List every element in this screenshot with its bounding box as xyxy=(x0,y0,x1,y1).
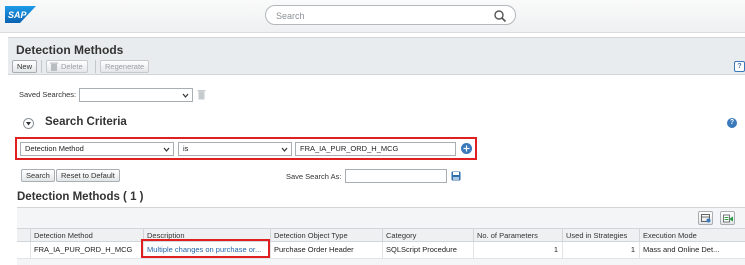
criteria-field-select[interactable]: Detection Method xyxy=(20,142,174,156)
shell-header: SAP Search xyxy=(0,0,745,33)
row-selector-header[interactable] xyxy=(17,229,31,243)
collapse-criteria-button[interactable] xyxy=(23,118,34,129)
delete-label: Delete xyxy=(61,62,83,71)
criteria-value-input[interactable]: FRA_IA_PUR_ORD_H_MCG xyxy=(295,142,456,156)
column-header[interactable]: Detection Method xyxy=(31,229,144,243)
chevron-down-icon xyxy=(163,147,170,152)
triangle-down-icon xyxy=(26,122,31,126)
page-title-bar: Detection Methods New Delete Regenerate … xyxy=(8,37,745,75)
plus-icon xyxy=(463,145,470,152)
row-selector[interactable] xyxy=(17,242,31,259)
table-header: Detection Method Description Detection O… xyxy=(17,228,745,243)
table-toolbar xyxy=(17,208,745,228)
chevron-down-icon xyxy=(281,147,288,152)
chevron-down-icon xyxy=(182,93,189,98)
page-help-icon[interactable]: ? xyxy=(734,61,745,72)
save-icon[interactable] xyxy=(451,171,461,181)
table-row[interactable]: FRA_IA_PUR_ORD_H_MCG Multiple changes on… xyxy=(17,242,745,259)
cell-strategies: 1 xyxy=(563,242,640,259)
shell-search-input[interactable]: Search xyxy=(265,5,516,25)
reset-to-default-button[interactable]: Reset to Default xyxy=(56,169,120,182)
delete-saved-search-icon[interactable] xyxy=(197,89,206,100)
column-header[interactable]: Used in Strategies xyxy=(563,229,640,243)
toolbar-separator xyxy=(95,60,96,73)
save-search-as-label: Save Search As: xyxy=(286,172,342,181)
delete-button[interactable]: Delete xyxy=(46,60,88,73)
description-highlight-box xyxy=(141,239,270,258)
criteria-operator-value: is xyxy=(183,144,189,153)
saved-searches-label: Saved Searches: xyxy=(19,90,77,99)
criteria-help-icon[interactable]: ? xyxy=(727,118,737,128)
table-settings-icon[interactable] xyxy=(698,211,713,225)
add-criteria-icon[interactable] xyxy=(461,143,472,154)
sap-logo[interactable]: SAP xyxy=(5,6,36,23)
search-placeholder: Search xyxy=(276,11,305,21)
settings-icon xyxy=(701,214,711,223)
criteria-field-value: Detection Method xyxy=(25,144,84,153)
cell-detection-method: FRA_IA_PUR_ORD_H_MCG xyxy=(31,242,144,259)
cell-object-type: Purchase Order Header xyxy=(271,242,383,259)
column-header[interactable]: Execution Mode xyxy=(640,229,745,243)
search-icon[interactable] xyxy=(493,9,507,23)
column-header[interactable]: No. of Parameters xyxy=(474,229,563,243)
criteria-operator-select[interactable]: is xyxy=(178,142,292,156)
save-search-as-input[interactable] xyxy=(345,169,447,183)
saved-searches-select[interactable] xyxy=(79,88,193,102)
export-icon xyxy=(723,214,733,223)
svg-text:SAP: SAP xyxy=(8,10,28,20)
results-title: Detection Methods ( 1 ) xyxy=(17,191,144,203)
search-criteria-title: Search Criteria xyxy=(45,116,127,128)
search-button[interactable]: Search xyxy=(21,169,55,182)
toolbar-separator xyxy=(41,60,42,73)
results-table: Detection Method Description Detection O… xyxy=(17,207,745,265)
page-title: Detection Methods xyxy=(16,43,124,57)
table-export-icon[interactable] xyxy=(720,211,735,225)
new-button[interactable]: New xyxy=(12,60,38,73)
cell-parameters: 1 xyxy=(474,242,563,259)
regenerate-button[interactable]: Regenerate xyxy=(100,60,150,73)
cell-category: SQLScript Procedure xyxy=(383,242,474,259)
cell-execution-mode: Mass and Online Det... xyxy=(643,245,720,254)
column-header[interactable]: Category xyxy=(383,229,474,243)
trash-icon xyxy=(50,62,58,71)
column-header[interactable]: Detection Object Type xyxy=(271,229,383,243)
